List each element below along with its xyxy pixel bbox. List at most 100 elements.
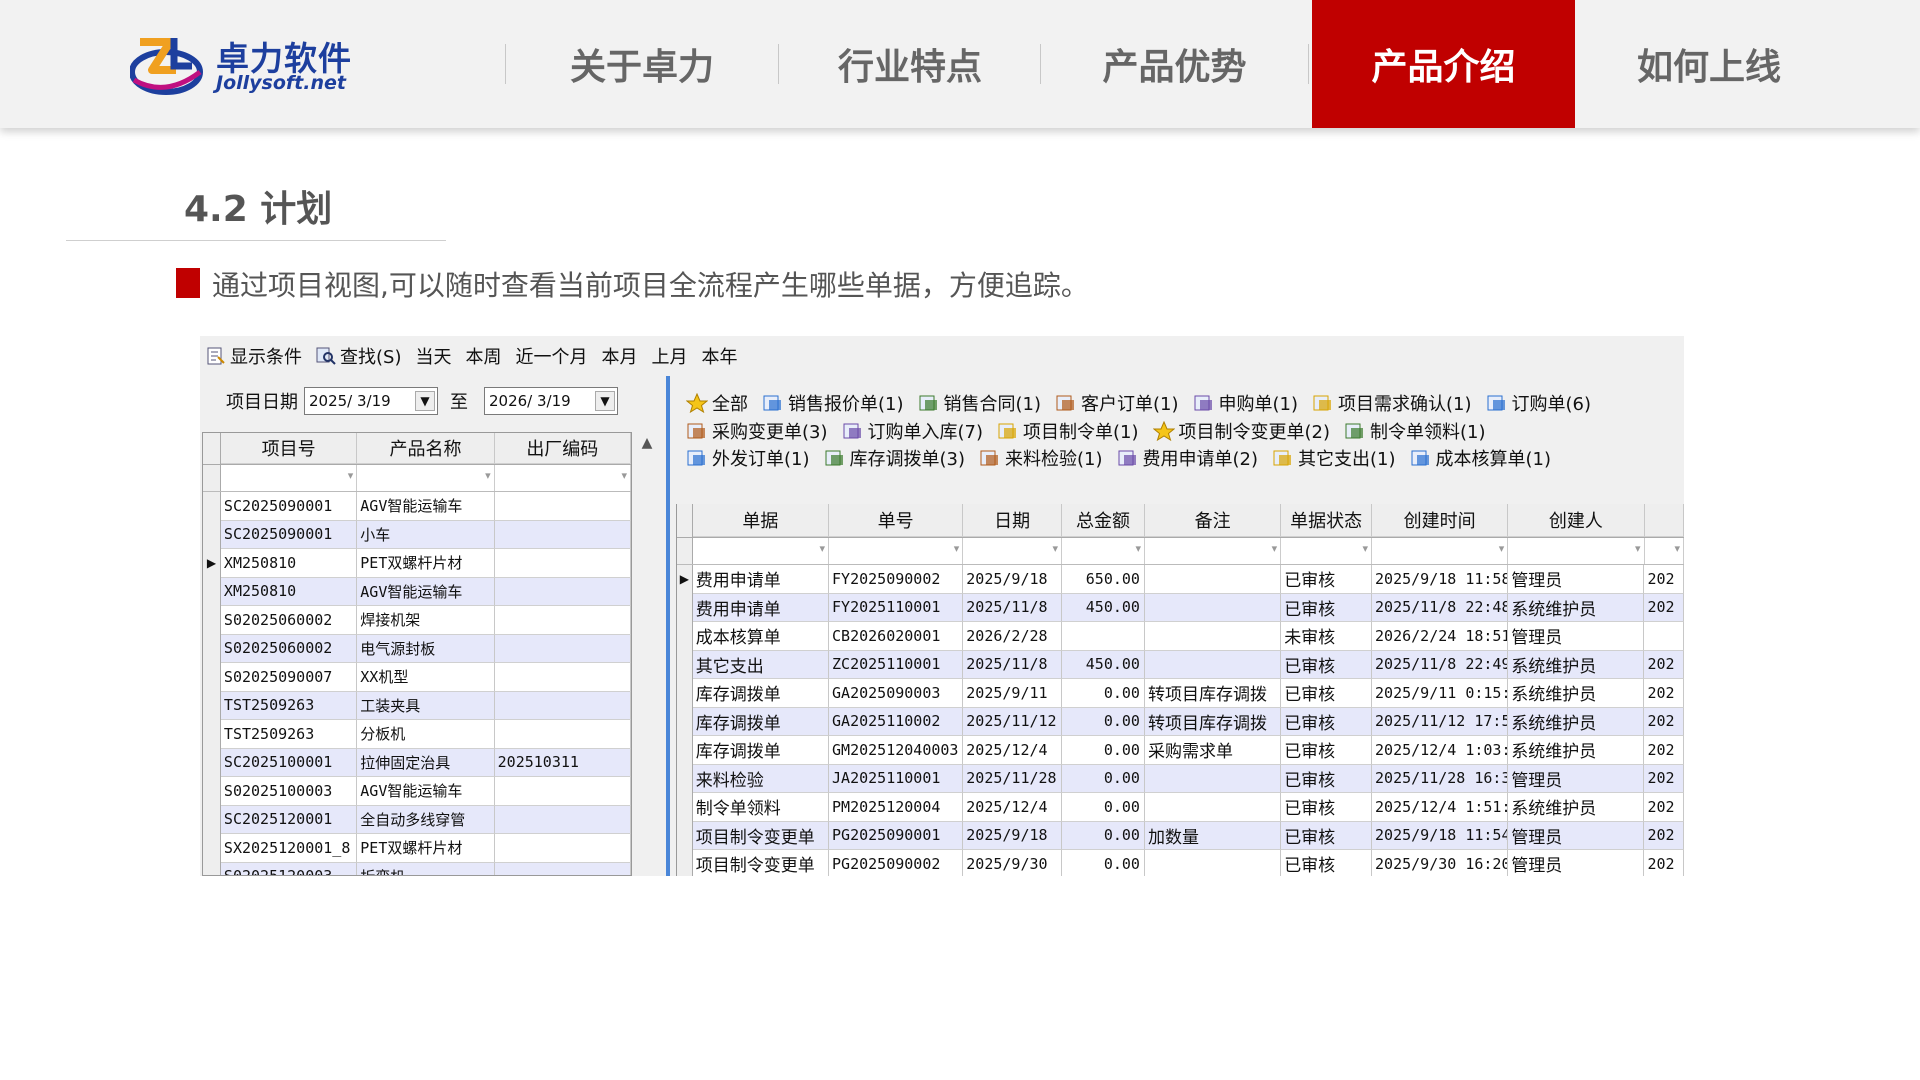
project-row[interactable]: SC2025100001 拉伸固定治具 202510311 xyxy=(203,748,631,777)
column-header-doc-type[interactable]: 单据 xyxy=(692,504,830,537)
nav-item-advantages[interactable]: 产品优势 xyxy=(1042,0,1307,128)
filter-doc-no[interactable] xyxy=(829,538,964,564)
document-tag[interactable]: 制令单领料(1) xyxy=(1344,418,1486,444)
document-tag[interactable]: 订购单(6) xyxy=(1486,390,1591,416)
document-row[interactable]: 制令单领料 PM2025120004 2025/12/4 0.00 已审核 2025/12… xyxy=(677,793,1684,822)
display-conditions-button[interactable]: 显示条件 xyxy=(206,343,302,369)
document-tag[interactable]: 订购单入库(7) xyxy=(842,418,983,444)
filter-this-year-button[interactable]: 本年 xyxy=(701,343,737,369)
filter-last-month-range-button[interactable]: 近一个月 xyxy=(515,343,587,369)
document-row[interactable]: 费用申请单 FY2025110001 2025/11/8 450.00 已审核 2025/… xyxy=(677,593,1684,622)
document-tag[interactable]: 费用申请单(2) xyxy=(1117,445,1258,471)
column-header-doc-status[interactable]: 单据状态 xyxy=(1281,504,1373,537)
row-header[interactable] xyxy=(203,520,221,549)
filter-this-month-button[interactable]: 本月 xyxy=(601,343,637,369)
document-tag[interactable]: 采购变更单(3) xyxy=(686,418,828,444)
column-header-extra[interactable] xyxy=(1644,504,1684,537)
date-from-picker[interactable]: 2025/ 3/19 ▼ xyxy=(304,387,438,415)
row-header[interactable] xyxy=(203,492,221,521)
project-row[interactable]: S02025100003 AGV智能运输车 xyxy=(203,777,631,806)
column-header-creator[interactable]: 创建人 xyxy=(1508,504,1645,537)
document-tag[interactable]: 销售合同(1) xyxy=(918,390,1041,416)
row-header[interactable] xyxy=(677,707,693,736)
row-header[interactable] xyxy=(203,862,221,875)
document-tag[interactable]: 项目制令单(1) xyxy=(997,418,1139,444)
brand-logo[interactable]: 卓力软件 Jollysoft.net xyxy=(130,30,370,100)
filter-doc-status[interactable] xyxy=(1281,538,1373,564)
column-header-project-no[interactable]: 项目号 xyxy=(220,433,358,464)
row-header[interactable] xyxy=(203,748,221,777)
date-to-picker[interactable]: 2026/ 3/19 ▼ xyxy=(484,387,618,415)
document-row[interactable]: 库存调拨单 GA2025090003 2025/9/11 0.00 转项目库存调拨 已审核… xyxy=(677,679,1684,708)
row-header[interactable] xyxy=(677,679,693,708)
document-tag[interactable]: 销售报价单(1) xyxy=(762,390,904,416)
document-row[interactable]: 来料检验 JA2025110001 2025/11/28 0.00 已审核 2025/11… xyxy=(677,764,1684,793)
project-row[interactable]: S02025120003折弯机 xyxy=(203,862,631,875)
filter-this-week-button[interactable]: 本周 xyxy=(465,343,501,369)
document-row[interactable]: 库存调拨单 GM202512040003 2025/12/4 0.00 采购需求单 已审核… xyxy=(677,736,1684,765)
chevron-down-icon[interactable]: ▼ xyxy=(415,391,435,411)
row-header[interactable] xyxy=(677,821,693,850)
chevron-down-icon[interactable]: ▼ xyxy=(595,391,615,411)
column-header-remark[interactable]: 备注 xyxy=(1144,504,1282,537)
filter-remark[interactable] xyxy=(1145,538,1282,564)
project-grid-scrollbar[interactable]: ▲ xyxy=(636,432,658,876)
filter-creator[interactable] xyxy=(1508,538,1645,564)
row-header[interactable] xyxy=(677,764,693,793)
column-header-total-amount[interactable]: 总金额 xyxy=(1062,504,1145,537)
row-header[interactable] xyxy=(677,850,693,876)
scroll-up-icon[interactable]: ▲ xyxy=(636,432,658,454)
document-row[interactable]: 项目制令变更单 PG2025090002 2025/9/30 0.00 已审核 2025/… xyxy=(677,850,1684,876)
filter-today-button[interactable]: 当天 xyxy=(415,343,451,369)
nav-item-about[interactable]: 关于卓力 xyxy=(507,0,777,128)
row-header[interactable]: ▶ xyxy=(203,549,221,578)
row-header[interactable] xyxy=(677,593,693,622)
filter-factory-code[interactable] xyxy=(495,465,631,491)
filter-extra[interactable] xyxy=(1645,538,1684,564)
filter-product-name[interactable] xyxy=(357,465,495,491)
search-button[interactable]: 查找(S) xyxy=(316,343,401,369)
document-tag[interactable]: 项目制令变更单(2) xyxy=(1152,418,1330,444)
document-row[interactable]: 其它支出 ZC2025110001 2025/11/8 450.00 已审核 2025/1… xyxy=(677,650,1684,679)
project-row[interactable]: ▶ XM250810 PET双螺杆片材 xyxy=(203,549,631,578)
project-row[interactable]: S02025060002 电气源封板 xyxy=(203,634,631,663)
filter-date[interactable] xyxy=(963,538,1063,564)
row-header[interactable] xyxy=(203,720,221,749)
row-header[interactable] xyxy=(203,805,221,834)
project-row[interactable]: SC2025090001 AGV智能运输车 xyxy=(203,492,631,521)
column-header-created-time[interactable]: 创建时间 xyxy=(1372,504,1509,537)
project-row[interactable]: SC2025090001 小车 xyxy=(203,520,631,549)
row-header[interactable] xyxy=(677,736,693,765)
panel-splitter[interactable] xyxy=(666,376,670,876)
filter-previous-month-button[interactable]: 上月 xyxy=(651,343,687,369)
document-tag[interactable]: 外发订单(1) xyxy=(686,445,810,471)
document-row[interactable]: 成本核算单 CB2026020001 2026/2/28 未审核 2026/2/24 1… xyxy=(677,622,1684,651)
nav-item-industry[interactable]: 行业特点 xyxy=(780,0,1040,128)
document-tag[interactable]: 项目需求确认(1) xyxy=(1312,390,1472,416)
document-tag[interactable]: 申购单(1) xyxy=(1193,390,1298,416)
nav-item-products[interactable]: 产品介绍 xyxy=(1312,0,1575,128)
row-header[interactable] xyxy=(203,834,221,863)
column-header-date[interactable]: 日期 xyxy=(963,504,1063,537)
row-header[interactable] xyxy=(203,577,221,606)
row-header[interactable] xyxy=(203,777,221,806)
project-row[interactable]: SX2025120001_8 PET双螺杆片材 xyxy=(203,834,631,863)
project-row[interactable]: XM250810 AGV智能运输车 xyxy=(203,577,631,606)
row-header[interactable] xyxy=(203,663,221,692)
project-row[interactable]: TST2509263 工装夹具 xyxy=(203,691,631,720)
document-tag[interactable]: 来料检验(1) xyxy=(979,445,1103,471)
document-tag[interactable]: 库存调拨单(3) xyxy=(824,445,965,471)
document-tag[interactable]: 其它支出(1) xyxy=(1272,445,1396,471)
row-header[interactable] xyxy=(677,793,693,822)
row-header[interactable]: ▶ xyxy=(677,565,693,594)
column-header-doc-no[interactable]: 单号 xyxy=(829,504,964,537)
row-header[interactable] xyxy=(203,691,221,720)
column-header-factory-code[interactable]: 出厂编码 xyxy=(494,433,631,464)
filter-project-no[interactable] xyxy=(221,465,358,491)
row-header[interactable] xyxy=(203,606,221,635)
document-row[interactable]: ▶ 费用申请单 FY2025090002 2025/9/18 650.00 已审核 2025… xyxy=(677,565,1684,594)
project-row[interactable]: TST2509263 分板机 xyxy=(203,720,631,749)
project-row[interactable]: S02025060002 焊接机架 xyxy=(203,606,631,635)
project-row[interactable]: SC2025120001 全自动多线穿管 xyxy=(203,805,631,834)
filter-doc-type[interactable] xyxy=(693,538,830,564)
